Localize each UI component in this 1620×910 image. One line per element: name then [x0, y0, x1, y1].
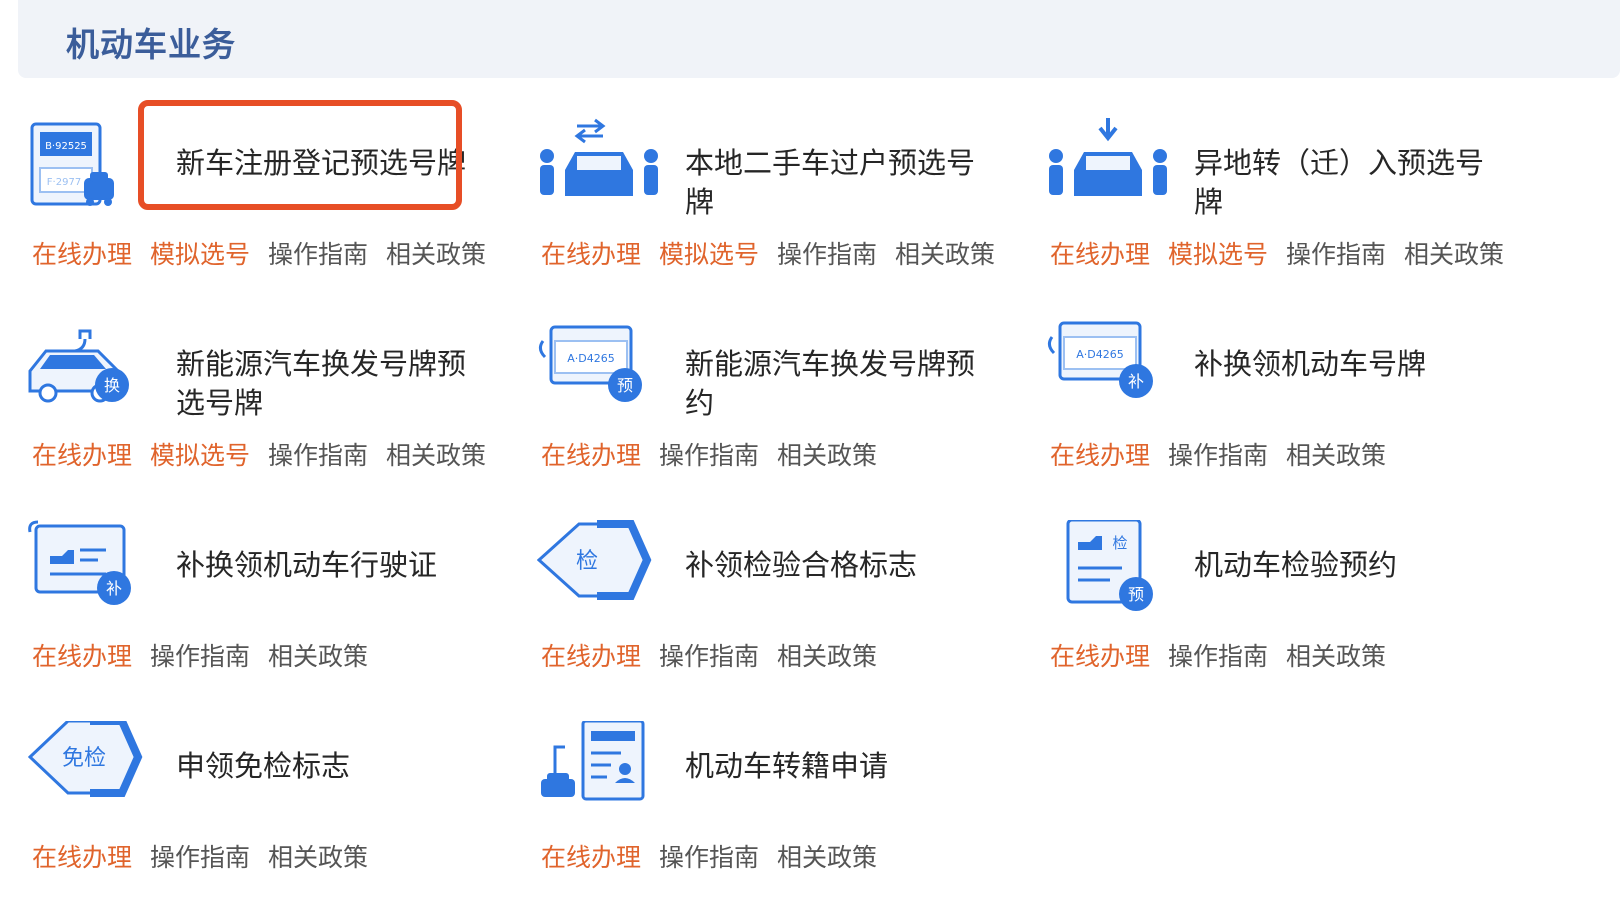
service-ev-plate-reserve: A·D4265 预 新能源汽车换发号牌预约 在线办理 操作指南 相关政策 [537, 319, 1037, 489]
service-local-transfer: 本地二手车过户预选号牌 在线办理 模拟选号 操作指南 相关政策 [537, 118, 1037, 288]
policy-link[interactable]: 相关政策 [777, 843, 877, 873]
service-license-replace: 补 补换领机动车行驶证 在线办理 操作指南 相关政策 [28, 520, 528, 690]
move-in-car-icon[interactable] [1046, 118, 1174, 218]
guide-link[interactable]: 操作指南 [1168, 642, 1268, 672]
service-title[interactable]: 异地转（迁）入预选号牌 [1194, 144, 1494, 222]
service-title[interactable]: 新能源汽车换发号牌预选号牌 [176, 345, 476, 423]
mock-select-link[interactable]: 模拟选号 [150, 441, 250, 471]
guide-link[interactable]: 操作指南 [777, 240, 877, 270]
svg-text:免检: 免检 [62, 746, 106, 771]
service-links: 在线办理 操作指南 相关政策 [1050, 642, 1404, 672]
guide-link[interactable]: 操作指南 [659, 843, 759, 873]
mock-select-link[interactable]: 模拟选号 [1168, 240, 1268, 270]
transfer-car-icon[interactable] [537, 118, 665, 218]
policy-link[interactable]: 相关政策 [895, 240, 995, 270]
mock-select-link[interactable]: 模拟选号 [659, 240, 759, 270]
service-links: 在线办理 操作指南 相关政策 [541, 642, 895, 672]
ev-car-icon[interactable]: 换 [28, 319, 156, 419]
guide-link[interactable]: 操作指南 [150, 843, 250, 873]
guide-link[interactable]: 操作指南 [268, 240, 368, 270]
service-title[interactable]: 机动车转籍申请 [685, 747, 985, 786]
online-link[interactable]: 在线办理 [32, 441, 132, 471]
policy-link[interactable]: 相关政策 [777, 441, 877, 471]
plate-replace-icon[interactable]: A·D4265 补 [1046, 319, 1174, 419]
section-header: 机动车业务 [18, 0, 1620, 78]
service-title[interactable]: 本地二手车过户预选号牌 [685, 144, 985, 222]
section-title: 机动车业务 [66, 25, 236, 64]
guide-link[interactable]: 操作指南 [1168, 441, 1268, 471]
policy-link[interactable]: 相关政策 [386, 240, 486, 270]
service-links: 在线办理 模拟选号 操作指南 相关政策 [32, 240, 504, 270]
guide-link[interactable]: 操作指南 [659, 441, 759, 471]
plate-reserve-icon[interactable]: A·D4265 预 [537, 319, 665, 419]
guide-link[interactable]: 操作指南 [150, 642, 250, 672]
svg-text:预: 预 [617, 376, 633, 395]
svg-text:预: 预 [1128, 585, 1144, 604]
svg-text:补: 补 [1128, 372, 1144, 391]
highlight-box [138, 100, 462, 210]
service-links: 在线办理 模拟选号 操作指南 相关政策 [32, 441, 504, 471]
service-title[interactable]: 补领检验合格标志 [685, 546, 985, 585]
policy-link[interactable]: 相关政策 [1286, 441, 1386, 471]
inspection-reserve-icon[interactable]: 检 预 [1046, 520, 1174, 620]
svg-text:A·D4265: A·D4265 [567, 352, 615, 365]
online-link[interactable]: 在线办理 [1050, 642, 1150, 672]
service-exempt-mark: 免检 申领免检标志 在线办理 操作指南 相关政策 [28, 721, 528, 891]
service-title[interactable]: 补换领机动车行驶证 [176, 546, 476, 585]
service-links: 在线办理 操作指南 相关政策 [32, 843, 386, 873]
svg-text:检: 检 [576, 549, 598, 574]
service-links: 在线办理 模拟选号 操作指南 相关政策 [541, 240, 1013, 270]
svg-text:F·2977: F·2977 [47, 177, 81, 188]
service-title[interactable]: 补换领机动车号牌 [1194, 345, 1494, 384]
service-title[interactable]: 申领免检标志 [176, 747, 476, 786]
transfer-registry-icon[interactable] [537, 721, 665, 821]
mock-select-link[interactable]: 模拟选号 [150, 240, 250, 270]
policy-link[interactable]: 相关政策 [1404, 240, 1504, 270]
service-ev-plate-select: 换 新能源汽车换发号牌预选号牌 在线办理 模拟选号 操作指南 相关政策 [28, 319, 528, 489]
online-link[interactable]: 在线办理 [32, 642, 132, 672]
exempt-mark-icon[interactable]: 免检 [28, 721, 156, 821]
policy-link[interactable]: 相关政策 [386, 441, 486, 471]
svg-text:检: 检 [1112, 534, 1127, 552]
service-inspection-reserve: 检 预 机动车检验预约 在线办理 操作指南 相关政策 [1046, 520, 1546, 690]
guide-link[interactable]: 操作指南 [1286, 240, 1386, 270]
online-link[interactable]: 在线办理 [541, 843, 641, 873]
policy-link[interactable]: 相关政策 [268, 642, 368, 672]
service-title[interactable]: 新能源汽车换发号牌预约 [685, 345, 985, 423]
policy-link[interactable]: 相关政策 [777, 642, 877, 672]
svg-text:A·D4265: A·D4265 [1076, 348, 1124, 361]
online-link[interactable]: 在线办理 [541, 441, 641, 471]
policy-link[interactable]: 相关政策 [1286, 642, 1386, 672]
service-transfer-registry: 机动车转籍申请 在线办理 操作指南 相关政策 [537, 721, 1037, 891]
service-links: 在线办理 操作指南 相关政策 [32, 642, 386, 672]
svg-text:B·92525: B·92525 [45, 141, 87, 152]
service-title[interactable]: 机动车检验预约 [1194, 546, 1494, 585]
guide-link[interactable]: 操作指南 [659, 642, 759, 672]
svg-text:补: 补 [106, 579, 122, 598]
service-links: 在线办理 操作指南 相关政策 [541, 843, 895, 873]
service-links: 在线办理 模拟选号 操作指南 相关政策 [1050, 240, 1522, 270]
service-links: 在线办理 操作指南 相关政策 [541, 441, 895, 471]
service-inspection-mark: 检 补领检验合格标志 在线办理 操作指南 相关政策 [537, 520, 1037, 690]
online-link[interactable]: 在线办理 [541, 642, 641, 672]
service-links: 在线办理 操作指南 相关政策 [1050, 441, 1404, 471]
service-plate-replace: A·D4265 补 补换领机动车号牌 在线办理 操作指南 相关政策 [1046, 319, 1546, 489]
guide-link[interactable]: 操作指南 [268, 441, 368, 471]
online-link[interactable]: 在线办理 [32, 240, 132, 270]
inspection-mark-icon[interactable]: 检 [537, 520, 665, 620]
service-move-in: 异地转（迁）入预选号牌 在线办理 模拟选号 操作指南 相关政策 [1046, 118, 1546, 288]
license-replace-icon[interactable]: 补 [28, 520, 156, 620]
policy-link[interactable]: 相关政策 [268, 843, 368, 873]
online-link[interactable]: 在线办理 [541, 240, 641, 270]
online-link[interactable]: 在线办理 [1050, 240, 1150, 270]
new-plate-icon[interactable]: B·92525 F·2977 [28, 118, 156, 218]
online-link[interactable]: 在线办理 [1050, 441, 1150, 471]
svg-text:换: 换 [104, 376, 120, 395]
online-link[interactable]: 在线办理 [32, 843, 132, 873]
